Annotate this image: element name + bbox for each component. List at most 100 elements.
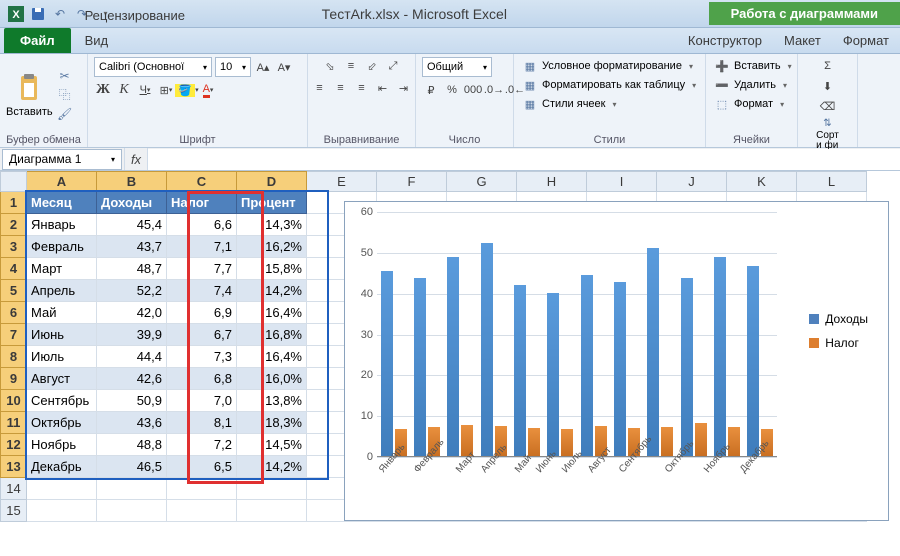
tab-Вид[interactable]: Вид — [74, 28, 214, 53]
cell[interactable]: Доходы — [97, 192, 167, 214]
column-header[interactable]: L — [797, 172, 867, 192]
column-header[interactable]: F — [377, 172, 447, 192]
cell[interactable]: 7,1 — [167, 236, 237, 258]
percent-icon[interactable]: % — [443, 81, 461, 99]
cell[interactable]: 6,9 — [167, 302, 237, 324]
bar-income[interactable] — [414, 278, 426, 456]
bar-group[interactable] — [614, 282, 640, 456]
bar-tax[interactable] — [661, 427, 673, 456]
bar-income[interactable] — [547, 293, 559, 456]
align-top-icon[interactable]: ⬂ — [321, 57, 339, 75]
bar-income[interactable] — [514, 285, 526, 457]
format-as-table-button[interactable]: ▦Форматировать как таблицу — [520, 76, 698, 94]
cell[interactable]: 46,5 — [97, 456, 167, 478]
column-header[interactable]: E — [307, 172, 377, 192]
cell[interactable]: 16,4% — [237, 346, 307, 368]
bar-income[interactable] — [581, 275, 593, 456]
cell[interactable]: Октябрь — [27, 412, 97, 434]
number-format-combo[interactable]: Общий▾ — [422, 57, 492, 77]
row-header[interactable]: 5 — [1, 280, 27, 302]
increase-decimal-icon[interactable]: .0→ — [485, 81, 503, 99]
cell[interactable]: 7,0 — [167, 390, 237, 412]
row-header[interactable]: 10 — [1, 390, 27, 412]
row-header[interactable]: 8 — [1, 346, 27, 368]
formula-input[interactable] — [148, 149, 900, 170]
cell[interactable]: Месяц — [27, 192, 97, 214]
cell[interactable]: 14,2% — [237, 280, 307, 302]
cell[interactable] — [237, 500, 307, 522]
cell[interactable]: 6,5 — [167, 456, 237, 478]
cell[interactable]: 16,4% — [237, 302, 307, 324]
bar-group[interactable] — [747, 266, 773, 456]
cell[interactable]: 7,7 — [167, 258, 237, 280]
bar-income[interactable] — [647, 248, 659, 456]
comma-icon[interactable]: 000 — [464, 81, 482, 99]
cell[interactable]: 44,4 — [97, 346, 167, 368]
row-header[interactable]: 12 — [1, 434, 27, 456]
cell[interactable]: 39,9 — [97, 324, 167, 346]
cell[interactable]: 7,3 — [167, 346, 237, 368]
cell[interactable]: 14,2% — [237, 456, 307, 478]
bar-group[interactable] — [647, 248, 673, 456]
cell[interactable]: Апрель — [27, 280, 97, 302]
cell[interactable]: 48,7 — [97, 258, 167, 280]
row-header[interactable]: 9 — [1, 368, 27, 390]
cell[interactable]: Август — [27, 368, 97, 390]
decrease-font-icon[interactable]: A▾ — [275, 58, 293, 76]
cell[interactable]: Март — [27, 258, 97, 280]
bar-group[interactable] — [414, 278, 440, 456]
column-header[interactable]: J — [657, 172, 727, 192]
cell[interactable]: 43,6 — [97, 412, 167, 434]
italic-button[interactable]: К — [115, 81, 133, 99]
align-center-icon[interactable]: ≡ — [332, 79, 350, 97]
bar-income[interactable] — [681, 278, 693, 456]
bar-group[interactable] — [514, 285, 540, 457]
bar-group[interactable] — [381, 271, 407, 456]
bar-group[interactable] — [681, 278, 707, 456]
bar-income[interactable] — [614, 282, 626, 456]
format-painter-icon[interactable]: 🖌 — [57, 106, 73, 122]
align-right-icon[interactable]: ≡ — [353, 79, 371, 97]
column-header[interactable]: G — [447, 172, 517, 192]
cell[interactable]: 6,6 — [167, 214, 237, 236]
row-header[interactable]: 6 — [1, 302, 27, 324]
cell[interactable]: 43,7 — [97, 236, 167, 258]
cell[interactable]: Июль — [27, 346, 97, 368]
column-header[interactable]: A — [27, 172, 97, 192]
bar-income[interactable] — [481, 243, 493, 456]
column-header[interactable]: I — [587, 172, 657, 192]
indent-decrease-icon[interactable]: ⇤ — [374, 79, 392, 97]
cell[interactable]: 14,5% — [237, 434, 307, 456]
cell[interactable] — [97, 500, 167, 522]
column-header[interactable]: H — [517, 172, 587, 192]
cell[interactable]: 42,0 — [97, 302, 167, 324]
indent-increase-icon[interactable]: ⇥ — [395, 79, 413, 97]
cell-styles-button[interactable]: ▦Стили ячеек — [520, 95, 619, 113]
sort-filter-icon[interactable]: ⇅ — [820, 115, 836, 131]
delete-cells-button[interactable]: ➖Удалить — [712, 76, 789, 94]
cell[interactable]: Май — [27, 302, 97, 324]
cell[interactable] — [97, 478, 167, 500]
fill-icon[interactable]: ⬇ — [819, 77, 837, 95]
border-button[interactable]: ⊞▾ — [157, 81, 175, 99]
cell[interactable]: 16,8% — [237, 324, 307, 346]
bar-group[interactable] — [581, 275, 607, 456]
bar-income[interactable] — [714, 257, 726, 456]
row-header[interactable]: 2 — [1, 214, 27, 236]
cell[interactable]: 16,0% — [237, 368, 307, 390]
file-tab[interactable]: Файл — [4, 28, 71, 53]
cell[interactable]: 50,9 — [97, 390, 167, 412]
clear-icon[interactable]: ⌫ — [819, 97, 837, 115]
cell[interactable]: 45,4 — [97, 214, 167, 236]
cell[interactable]: Февраль — [27, 236, 97, 258]
font-size-combo[interactable]: 10▾ — [215, 57, 251, 77]
column-header[interactable]: C — [167, 172, 237, 192]
underline-button[interactable]: Ч▾ — [136, 81, 154, 99]
bar-group[interactable] — [481, 243, 507, 456]
name-box[interactable]: Диаграмма 1▾ — [2, 149, 122, 170]
save-icon[interactable] — [30, 6, 46, 22]
align-middle-icon[interactable]: ≡ — [342, 57, 360, 75]
currency-icon[interactable]: ₽ — [422, 81, 440, 99]
cell[interactable]: 52,2 — [97, 280, 167, 302]
row-header[interactable]: 15 — [1, 500, 27, 522]
